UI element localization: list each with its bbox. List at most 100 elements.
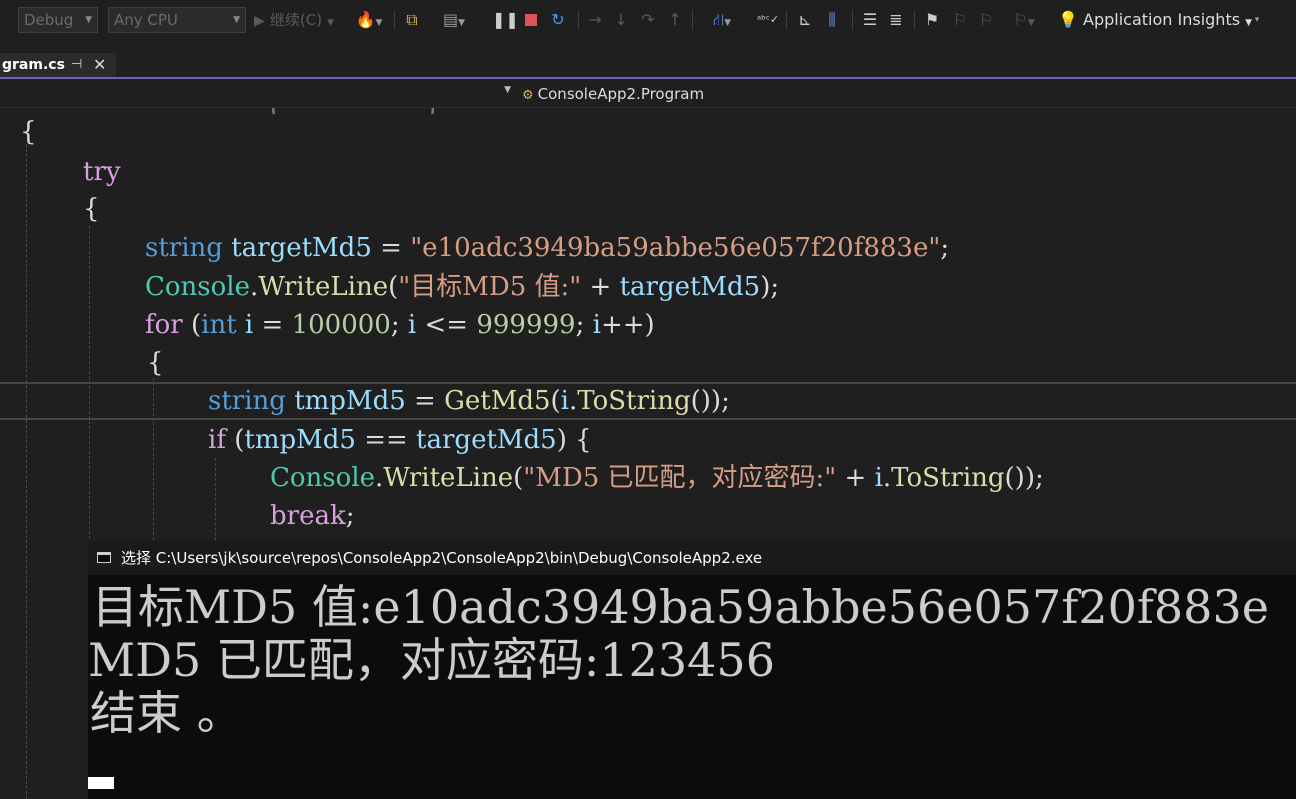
- window-layout-icon: ▤: [442, 10, 459, 29]
- tab-program-cs[interactable]: gram.cs ⊣ ✕: [0, 53, 116, 77]
- code-token: i: [560, 386, 569, 416]
- indent-guide: [26, 144, 27, 799]
- continue-label: 继续(C): [269, 11, 323, 29]
- play-icon: ▶: [254, 13, 265, 29]
- toolbar-separator: [852, 10, 853, 30]
- code-token: i: [592, 310, 601, 340]
- navigation-bar: ▼ ⚙ ConsoleApp2.Program: [0, 81, 1296, 108]
- pause-icon[interactable]: ❚❚: [492, 8, 519, 32]
- code-token: <=: [416, 310, 477, 340]
- code-token: (: [388, 272, 399, 302]
- chevron-down-icon: ▼: [85, 15, 92, 25]
- code-token: ==: [355, 425, 417, 455]
- code-token: string: [145, 233, 223, 263]
- code-token: "MD5 已匹配，对应密码:": [523, 463, 837, 493]
- console-cursor: [88, 777, 114, 789]
- application-insights-button[interactable]: 💡 Application Insights ▼: [1058, 8, 1268, 32]
- restart-icon[interactable]: ↻: [546, 8, 570, 32]
- code-token: (: [225, 425, 245, 455]
- code-token: 100000: [291, 310, 391, 340]
- code-line: Console.WriteLine("目标MD5 值:" + targetMd5…: [145, 268, 779, 306]
- align-left-icon[interactable]: ⊾: [794, 8, 816, 32]
- pin-icon[interactable]: ⊣: [71, 53, 82, 77]
- code-token: {: [20, 117, 37, 147]
- uncomment-lines-icon[interactable]: ≣: [884, 8, 908, 32]
- code-token: ());: [690, 386, 730, 416]
- member-dropdown[interactable]: ⚙ ConsoleApp2.Program: [522, 83, 1296, 105]
- show-next-statement-icon[interactable]: →: [584, 8, 606, 32]
- code-line: {: [20, 113, 37, 151]
- code-token: targetMd5: [231, 233, 372, 263]
- code-token: (: [550, 386, 561, 416]
- platform-dropdown[interactable]: Any CPU ▼: [108, 7, 246, 33]
- code-line: {: [147, 344, 164, 382]
- code-token: break: [270, 501, 346, 531]
- console-title-bar[interactable]: 选择 C:\Users\jk\source\repos\ConsoleApp2\…: [88, 541, 1296, 575]
- step-out-icon[interactable]: ↑: [664, 8, 686, 32]
- code-token: tmpMd5: [244, 425, 356, 455]
- document-tab-bar: gram.cs ⊣ ✕: [0, 44, 1296, 79]
- code-line: try: [83, 153, 121, 191]
- code-token: {: [83, 194, 100, 224]
- code-line: Console.WriteLine("MD5 已匹配，对应密码:" + i.To…: [270, 459, 1044, 497]
- code-token: string: [208, 386, 286, 416]
- solution-config-dropdown[interactable]: Debug ▼: [18, 7, 98, 33]
- step-into-icon[interactable]: ↓: [610, 8, 632, 32]
- prev-bookmark-icon[interactable]: ⚐: [948, 8, 972, 32]
- console-title: 选择 C:\Users\jk\source\repos\ConsoleApp2\…: [121, 549, 763, 567]
- clear-bookmarks-button[interactable]: ⚐▼: [1002, 8, 1046, 32]
- layout-button[interactable]: ▤▼: [436, 8, 472, 32]
- member-name: ConsoleApp2.Program: [537, 85, 705, 103]
- code-token: ): [644, 310, 655, 340]
- code-line: if (tmpMd5 == targetMd5) {: [208, 421, 592, 459]
- chevron-down-icon: ▼: [375, 18, 383, 28]
- console-window[interactable]: 选择 C:\Users\jk\source\repos\ConsoleApp2\…: [88, 541, 1296, 799]
- toolbar-overflow-icon[interactable]: ▾: [1250, 8, 1264, 32]
- code-token: Console: [145, 272, 250, 302]
- hierarchy-icon: ⛙: [712, 10, 725, 29]
- code-token: try: [83, 157, 121, 187]
- bookmark-icon[interactable]: ⚑: [920, 8, 944, 32]
- chevron-down-icon: ▼: [504, 85, 511, 95]
- stop-icon: [525, 14, 537, 26]
- code-token: ) {: [556, 425, 592, 455]
- bookmark-clear-icon: ⚐: [1013, 10, 1028, 29]
- columns-icon[interactable]: ⫼: [820, 8, 844, 32]
- chevron-down-icon: ▼: [327, 18, 335, 28]
- chevron-down-icon: ▼: [1027, 18, 1035, 28]
- hot-reload-button[interactable]: 🔥▼: [350, 8, 388, 32]
- toolbar-separator: [692, 10, 693, 30]
- step-over-icon[interactable]: ↷: [636, 8, 660, 32]
- code-token: +: [836, 463, 875, 493]
- code-token: =: [253, 310, 292, 340]
- console-output-line: 结束 。: [90, 686, 243, 740]
- application-insights-label: Application Insights: [1083, 10, 1241, 29]
- code-token: "e10adc3949ba59abbe56e057f20f883e": [410, 233, 941, 263]
- code-token: .: [882, 463, 892, 493]
- close-icon[interactable]: ✕: [93, 53, 106, 77]
- code-token: ToString: [891, 463, 1005, 493]
- platform-value: Any CPU: [114, 11, 178, 29]
- flame-icon: 🔥: [355, 10, 376, 29]
- class-icon: ⚙: [522, 88, 534, 103]
- code-map-button[interactable]: ⛙▼: [700, 8, 744, 32]
- code-token: i: [244, 310, 254, 340]
- code-token: targetMd5: [416, 425, 557, 455]
- type-dropdown[interactable]: ▼: [0, 83, 516, 105]
- solution-config-value: Debug: [24, 11, 74, 29]
- code-token: ());: [1004, 463, 1044, 493]
- spell-check-icon[interactable]: ᵃᵇᶜ✓: [756, 8, 780, 32]
- code-token: tmpMd5: [294, 386, 406, 416]
- code-token: =: [405, 386, 445, 416]
- code-token: WriteLine: [258, 272, 389, 302]
- code-token: (: [513, 463, 524, 493]
- code-token: (: [182, 310, 202, 340]
- open-folder-icon[interactable]: ⧉: [400, 8, 424, 32]
- next-bookmark-icon[interactable]: ⚐: [974, 8, 998, 32]
- comment-lines-icon[interactable]: ☰: [858, 8, 882, 32]
- code-token: targetMd5: [619, 272, 761, 302]
- stop-button[interactable]: [520, 8, 542, 32]
- code-line: string tmpMd5 = GetMd5(i.ToString());: [208, 382, 730, 420]
- code-token: ;: [575, 310, 593, 340]
- continue-button[interactable]: ▶ 继续(C) ▼: [254, 8, 354, 32]
